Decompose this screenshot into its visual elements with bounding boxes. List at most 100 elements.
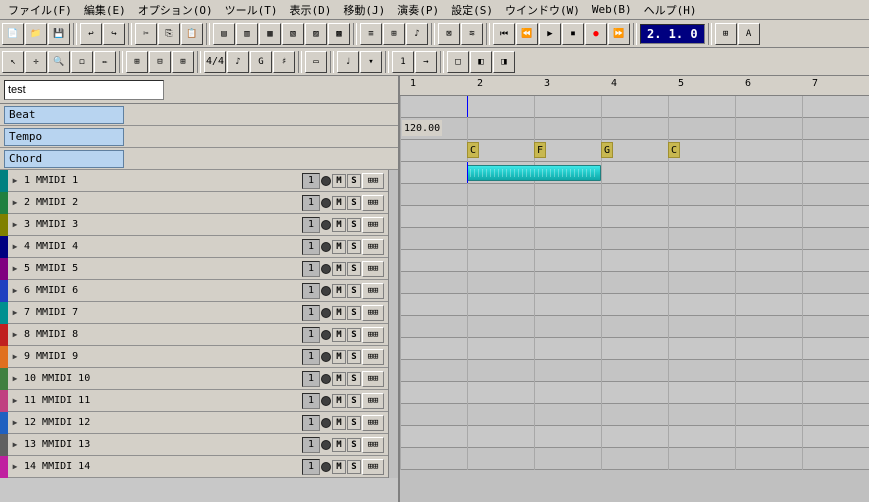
stop-button[interactable]: ⏹: [562, 23, 584, 45]
key-g-button[interactable]: G: [250, 51, 272, 73]
chord-marker-C-2[interactable]: C: [467, 142, 479, 158]
track-scroll-7[interactable]: [388, 302, 398, 324]
track-expand-7[interactable]: ▶: [8, 302, 22, 324]
arr-midi-row-13[interactable]: [400, 426, 869, 448]
track-mute-btn-1[interactable]: M: [332, 174, 346, 188]
menu-item-options[interactable]: オプション(O): [132, 0, 219, 20]
select-tool[interactable]: ↖: [2, 51, 24, 73]
track-mute-light-14[interactable]: [321, 462, 331, 472]
track-mute-light-8[interactable]: [321, 330, 331, 340]
cut-button[interactable]: ✂: [135, 23, 157, 45]
menu-item-file[interactable]: ファイル(F): [2, 0, 78, 20]
track-scroll-12[interactable]: [388, 412, 398, 434]
track-name-input[interactable]: [4, 80, 164, 100]
menu-item-web[interactable]: Web(B): [586, 1, 638, 18]
chord-marker-C-5[interactable]: C: [668, 142, 680, 158]
track-icon-btn-6[interactable]: ⊞⊞: [362, 283, 384, 299]
menu-item-edit[interactable]: 編集(E): [78, 0, 132, 20]
track-solo-btn-8[interactable]: S: [347, 328, 361, 342]
menu-item-window[interactable]: ウインドウ(W): [499, 0, 586, 20]
redo-button[interactable]: ↪: [103, 23, 125, 45]
timesig-button[interactable]: 4/4: [204, 51, 226, 73]
track-mute-btn-7[interactable]: M: [332, 306, 346, 320]
track-mute-btn-6[interactable]: M: [332, 284, 346, 298]
track-mute-btn-12[interactable]: M: [332, 416, 346, 430]
tb2-7[interactable]: ♯: [273, 51, 295, 73]
tb21[interactable]: A: [738, 23, 760, 45]
arr-midi-row-11[interactable]: [400, 382, 869, 404]
pencil-tool[interactable]: ✏: [94, 51, 116, 73]
tb11[interactable]: ♪: [406, 23, 428, 45]
tb13[interactable]: ≋: [461, 23, 483, 45]
rewind-button[interactable]: ⏮: [493, 23, 515, 45]
tb3[interactable]: ▤: [213, 23, 235, 45]
track-icon-btn-14[interactable]: ⊞⊞: [362, 459, 384, 475]
track-mute-btn-14[interactable]: M: [332, 460, 346, 474]
track-scroll-2[interactable]: [388, 192, 398, 214]
track-scroll-8[interactable]: [388, 324, 398, 346]
erase-tool[interactable]: ◻: [71, 51, 93, 73]
play-button[interactable]: ▶: [539, 23, 561, 45]
tb12[interactable]: ⊠: [438, 23, 460, 45]
tb6[interactable]: ▧: [282, 23, 304, 45]
track-scroll-9[interactable]: [388, 346, 398, 368]
arr-midi-row-12[interactable]: [400, 404, 869, 426]
arr-midi-row-3[interactable]: [400, 206, 869, 228]
track-mute-light-7[interactable]: [321, 308, 331, 318]
tb2-12[interactable]: →: [415, 51, 437, 73]
arr-midi-row-9[interactable]: [400, 338, 869, 360]
arr-midi-row-8[interactable]: [400, 316, 869, 338]
chord-marker-F-3[interactable]: F: [534, 142, 546, 158]
track-solo-btn-2[interactable]: S: [347, 196, 361, 210]
next-button[interactable]: ⏩: [608, 23, 630, 45]
open-button[interactable]: 📁: [25, 23, 47, 45]
track-expand-2[interactable]: ▶: [8, 192, 22, 214]
tb2-15[interactable]: ◨: [493, 51, 515, 73]
track-mute-btn-10[interactable]: M: [332, 372, 346, 386]
menu-item-view[interactable]: 表示(D): [284, 0, 338, 20]
track-solo-btn-9[interactable]: S: [347, 350, 361, 364]
tb2-9[interactable]: ♩: [337, 51, 359, 73]
track-solo-btn-10[interactable]: S: [347, 372, 361, 386]
track-icon-btn-5[interactable]: ⊞⊞: [362, 261, 384, 277]
track-expand-12[interactable]: ▶: [8, 412, 22, 434]
track-solo-btn-14[interactable]: S: [347, 460, 361, 474]
track-icon-btn-11[interactable]: ⊞⊞: [362, 393, 384, 409]
tb2-14[interactable]: ◧: [470, 51, 492, 73]
track-scroll-1[interactable]: [388, 170, 398, 192]
track-solo-btn-13[interactable]: S: [347, 438, 361, 452]
arr-midi-row-7[interactable]: [400, 294, 869, 316]
track-scroll-4[interactable]: [388, 236, 398, 258]
track-expand-9[interactable]: ▶: [8, 346, 22, 368]
chord-marker-G-4[interactable]: G: [601, 142, 613, 158]
menu-item-settings[interactable]: 設定(S): [445, 0, 499, 20]
track-expand-10[interactable]: ▶: [8, 368, 22, 390]
tb7[interactable]: ▨: [305, 23, 327, 45]
track-mute-btn-8[interactable]: M: [332, 328, 346, 342]
track-icon-btn-13[interactable]: ⊞⊞: [362, 437, 384, 453]
track-icon-btn-12[interactable]: ⊞⊞: [362, 415, 384, 431]
grid-button[interactable]: ⊟: [149, 51, 171, 73]
record-button[interactable]: ●: [585, 23, 607, 45]
tb2-8[interactable]: ▭: [305, 51, 327, 73]
track-icon-btn-7[interactable]: ⊞⊞: [362, 305, 384, 321]
track-icon-btn-2[interactable]: ⊞⊞: [362, 195, 384, 211]
track-icon-btn-4[interactable]: ⊞⊞: [362, 239, 384, 255]
track-solo-btn-1[interactable]: S: [347, 174, 361, 188]
beat-label[interactable]: Beat: [4, 106, 124, 124]
arr-midi-row-2[interactable]: [400, 184, 869, 206]
timeline-header[interactable]: 12345678: [400, 76, 869, 96]
track-mute-light-13[interactable]: [321, 440, 331, 450]
track-expand-6[interactable]: ▶: [8, 280, 22, 302]
track-expand-5[interactable]: ▶: [8, 258, 22, 280]
tb20[interactable]: ⊞: [715, 23, 737, 45]
track-mute-light-1[interactable]: [321, 176, 331, 186]
track-mute-btn-4[interactable]: M: [332, 240, 346, 254]
move-tool[interactable]: ✛: [25, 51, 47, 73]
tb2-11[interactable]: 1: [392, 51, 414, 73]
track-scroll-13[interactable]: [388, 434, 398, 456]
track-expand-13[interactable]: ▶: [8, 434, 22, 456]
tb9[interactable]: ≡: [360, 23, 382, 45]
track-expand-3[interactable]: ▶: [8, 214, 22, 236]
track-scroll-10[interactable]: [388, 368, 398, 390]
